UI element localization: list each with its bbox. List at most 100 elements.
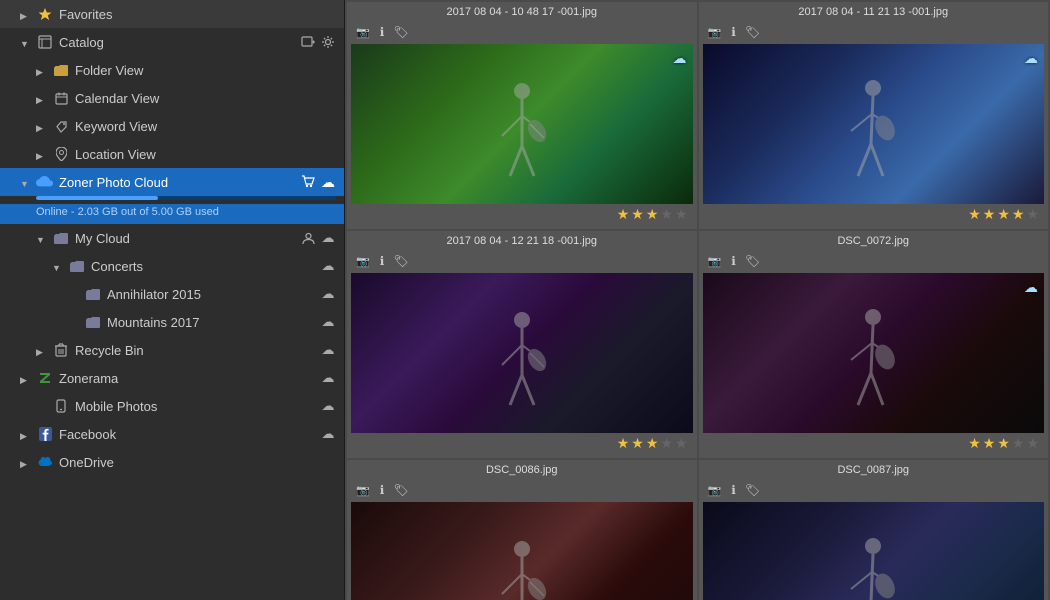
star-filled[interactable]: ★ bbox=[646, 435, 659, 452]
tag-icon[interactable]: 🏷 bbox=[745, 24, 761, 40]
stars-row[interactable]: ★★★★★ bbox=[351, 204, 693, 225]
star-filled[interactable]: ★ bbox=[968, 435, 981, 452]
sidebar-item-mobile-photos[interactable]: Mobile Photos ☁ bbox=[0, 392, 344, 420]
star-filled[interactable]: ★ bbox=[1012, 206, 1025, 223]
catalog-arrow bbox=[20, 35, 34, 49]
sidebar-item-keyword-view[interactable]: Keyword View bbox=[0, 112, 344, 140]
info-icon[interactable]: ℹ bbox=[726, 24, 742, 40]
tag-icon[interactable]: 🏷 bbox=[393, 482, 409, 498]
sidebar-item-annihilator[interactable]: Annihilator 2015 ☁ bbox=[0, 280, 344, 308]
mobile-photos-cloud-icon: ☁ bbox=[320, 398, 336, 414]
star-filled[interactable]: ★ bbox=[646, 206, 659, 223]
star-filled[interactable]: ★ bbox=[631, 206, 644, 223]
star-empty[interactable]: ★ bbox=[1012, 435, 1025, 452]
recycle-bin-icon bbox=[52, 341, 70, 359]
recycle-bin-label: Recycle Bin bbox=[75, 343, 320, 358]
sidebar-item-zpc[interactable]: Zoner Photo Cloud ☁ bbox=[0, 168, 344, 196]
camera-icon[interactable]: 📷 bbox=[707, 24, 723, 40]
star-filled[interactable]: ★ bbox=[983, 435, 996, 452]
tag-icon[interactable]: 🏷 bbox=[745, 253, 761, 269]
sidebar-item-folder-view[interactable]: Folder View bbox=[0, 56, 344, 84]
zonerama-icon bbox=[36, 369, 54, 387]
info-icon[interactable]: ℹ bbox=[374, 482, 390, 498]
sidebar-item-concerts[interactable]: Concerts ☁ bbox=[0, 252, 344, 280]
zpc-cloud-action-icon[interactable]: ☁ bbox=[320, 174, 336, 190]
camera-icon[interactable]: 📷 bbox=[355, 482, 371, 498]
star-filled[interactable]: ★ bbox=[983, 206, 996, 223]
tag-icon[interactable]: 🏷 bbox=[393, 253, 409, 269]
star-empty[interactable]: ★ bbox=[660, 206, 673, 223]
star-filled[interactable]: ★ bbox=[617, 206, 630, 223]
star-filled[interactable]: ★ bbox=[997, 206, 1010, 223]
zpc-cloud-icon bbox=[36, 173, 54, 191]
recycle-bin-arrow bbox=[36, 343, 50, 357]
star-filled[interactable]: ★ bbox=[631, 435, 644, 452]
concerts-cloud-icon: ☁ bbox=[320, 258, 336, 274]
cloud-sync-icon: ☁ bbox=[1024, 279, 1038, 296]
photo-cell[interactable]: DSC_0087.jpg 📷 ℹ 🏷 ★★★★★ bbox=[699, 460, 1049, 600]
sidebar-item-my-cloud[interactable]: My Cloud ☁ bbox=[0, 224, 344, 252]
mobile-photos-actions: ☁ bbox=[320, 398, 336, 414]
sidebar-item-zonerama[interactable]: Zonerama ☁ bbox=[0, 364, 344, 392]
my-cloud-person-icon[interactable] bbox=[300, 230, 316, 246]
annihilator-cloud-icon: ☁ bbox=[320, 286, 336, 302]
info-icon[interactable]: ℹ bbox=[726, 253, 742, 269]
photo-cell[interactable]: DSC_0086.jpg 📷 ℹ 🏷 ★★★★★ bbox=[347, 460, 697, 600]
photo-toolbar: 📷 ℹ 🏷 bbox=[351, 22, 693, 42]
catalog-gear-icon[interactable] bbox=[320, 34, 336, 50]
sidebar-item-onedrive[interactable]: OneDrive bbox=[0, 448, 344, 476]
star-empty[interactable]: ★ bbox=[1026, 435, 1039, 452]
sidebar-item-location-view[interactable]: Location View bbox=[0, 140, 344, 168]
camera-icon[interactable]: 📷 bbox=[707, 482, 723, 498]
sidebar-item-mountains[interactable]: Mountains 2017 ☁ bbox=[0, 308, 344, 336]
sidebar-item-calendar-view[interactable]: Calendar View bbox=[0, 84, 344, 112]
photo-image: ☁ bbox=[703, 44, 1045, 204]
mountains-actions: ☁ bbox=[320, 314, 336, 330]
photo-cell[interactable]: 2017 08 04 - 11 21 13 -001.jpg 📷 ℹ 🏷 ☁★★… bbox=[699, 2, 1049, 229]
photo-image: ☁ bbox=[703, 273, 1045, 433]
info-icon[interactable]: ℹ bbox=[374, 253, 390, 269]
facebook-cloud-icon: ☁ bbox=[320, 426, 336, 442]
keyword-view-arrow bbox=[36, 119, 50, 133]
photo-cell[interactable]: DSC_0072.jpg 📷 ℹ 🏷 ☁★★★★★ bbox=[699, 231, 1049, 458]
my-cloud-arrow bbox=[36, 231, 50, 245]
stars-row[interactable]: ★★★★★ bbox=[703, 433, 1045, 454]
star-empty[interactable]: ★ bbox=[660, 435, 673, 452]
stars-row[interactable]: ★★★★★ bbox=[703, 204, 1045, 225]
camera-icon[interactable]: 📷 bbox=[355, 253, 371, 269]
cloud-sync-icon: ☁ bbox=[1024, 50, 1038, 67]
zpc-cart-icon[interactable] bbox=[300, 174, 316, 190]
stars-row[interactable]: ★★★★★ bbox=[351, 433, 693, 454]
star-filled[interactable]: ★ bbox=[617, 435, 630, 452]
photo-cell[interactable]: 2017 08 04 - 12 21 18 -001.jpg 📷 ℹ 🏷 ★★★… bbox=[347, 231, 697, 458]
photo-cell[interactable]: 2017 08 04 - 10 48 17 -001.jpg 📷 ℹ 🏷 ☁★★… bbox=[347, 2, 697, 229]
photo-filename: 2017 08 04 - 11 21 13 -001.jpg bbox=[703, 6, 1045, 18]
star-empty[interactable]: ★ bbox=[675, 435, 688, 452]
my-cloud-folder-icon bbox=[52, 229, 70, 247]
zpc-storage-bar-fill bbox=[36, 196, 158, 200]
sidebar-item-favorites[interactable]: Favorites bbox=[0, 0, 344, 28]
camera-icon[interactable]: 📷 bbox=[355, 24, 371, 40]
favorites-arrow bbox=[20, 7, 34, 21]
star-empty[interactable]: ★ bbox=[675, 206, 688, 223]
my-cloud-cloud-icon[interactable]: ☁ bbox=[320, 230, 336, 246]
camera-icon[interactable]: 📷 bbox=[707, 253, 723, 269]
photo-grid: 2017 08 04 - 10 48 17 -001.jpg 📷 ℹ 🏷 ☁★★… bbox=[345, 0, 1050, 600]
calendar-view-arrow bbox=[36, 91, 50, 105]
tag-icon[interactable]: 🏷 bbox=[393, 24, 409, 40]
photo-image bbox=[351, 273, 693, 433]
sidebar-item-recycle-bin[interactable]: Recycle Bin ☁ bbox=[0, 336, 344, 364]
facebook-icon bbox=[36, 425, 54, 443]
zonerama-arrow bbox=[20, 371, 34, 385]
info-icon[interactable]: ℹ bbox=[374, 24, 390, 40]
sidebar-item-facebook[interactable]: Facebook ☁ bbox=[0, 420, 344, 448]
photo-toolbar-left: 📷 ℹ 🏷 bbox=[355, 482, 409, 498]
star-empty[interactable]: ★ bbox=[1026, 206, 1039, 223]
info-icon[interactable]: ℹ bbox=[726, 482, 742, 498]
tag-icon[interactable]: 🏷 bbox=[745, 482, 761, 498]
star-filled[interactable]: ★ bbox=[968, 206, 981, 223]
photo-toolbar-left: 📷 ℹ 🏷 bbox=[707, 482, 761, 498]
sidebar-item-catalog[interactable]: Catalog bbox=[0, 28, 344, 56]
catalog-add-icon[interactable] bbox=[300, 34, 316, 50]
star-filled[interactable]: ★ bbox=[997, 435, 1010, 452]
